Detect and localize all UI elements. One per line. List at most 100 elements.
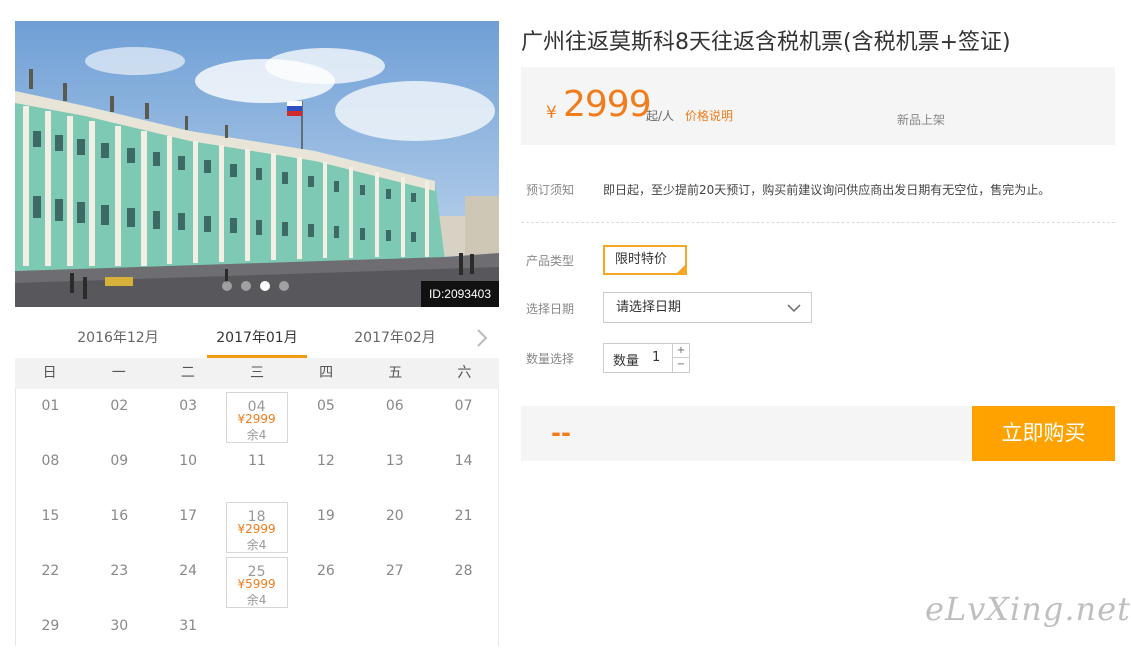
calendar-day-number: 29 (41, 618, 60, 634)
price-explanation-link[interactable]: 价格说明 (685, 107, 733, 124)
calendar-day-number: 17 (179, 508, 198, 524)
calendar-price-box[interactable]: 25 ¥5999 余4 (225, 557, 288, 608)
new-arrival-tag: 新品上架 (897, 113, 946, 127)
slide-dot[interactable] (279, 281, 289, 291)
calendar-week-row: 08 09 10 11 12 13 14 (16, 444, 498, 499)
weekday-label: 四 (319, 365, 334, 381)
tab-month-next[interactable]: 2017年02月 (345, 320, 445, 356)
calendar-day: 31 (154, 609, 223, 664)
calendar-day-price: ¥2999 (237, 412, 276, 426)
total-price: -- (551, 419, 571, 447)
calendar-day-number: 05 (316, 398, 335, 414)
tab-month-current[interactable]: 2017年01月 (207, 320, 307, 358)
product-title: 广州往返莫斯科8天往返含税机票(含税机票+签证) (521, 30, 1011, 55)
calendar-week-row: 15 16 17 18 ¥2999 余4 19 20 21 (16, 499, 498, 554)
calendar-day-number: 07 (454, 398, 473, 414)
booking-notice-label: 预订须知 (526, 183, 575, 197)
quantity-decrease-button[interactable]: − (673, 358, 689, 372)
date-select-placeholder: 请选择日期 (616, 300, 682, 315)
calendar-day: 08 (16, 444, 85, 499)
calendar-day-number: 21 (454, 508, 473, 524)
calendar-day-number: 24 (179, 563, 198, 579)
calendar-day: 16 (85, 499, 154, 554)
palace-photo (15, 21, 499, 307)
calendar-day-number: 22 (41, 563, 60, 579)
calendar-day: 03 (154, 389, 223, 444)
weekday-label: 日 (42, 365, 57, 381)
booking-notice-text: 即日起，至少提前20天预订，购买前建议询问供应商出发日期有无空位，售完为止。 (603, 183, 1051, 197)
product-type-option[interactable]: 限时特价 ✓ (603, 245, 687, 275)
chevron-down-icon (787, 304, 801, 313)
calendar-price-box[interactable]: 04 ¥2999 余4 (225, 392, 288, 443)
quantity-section-label: 数量选择 (526, 352, 575, 366)
calendar-day: 15 (16, 499, 85, 554)
hero-image[interactable]: ID:2093403 (15, 21, 499, 307)
product-type-label: 产品类型 (526, 254, 575, 268)
calendar-day-number: 11 (248, 453, 266, 469)
calendar-day: 02 (85, 389, 154, 444)
calendar-day: 05 (291, 389, 360, 444)
calendar-day-price: ¥2999 (237, 522, 276, 536)
calendar-day-number: 23 (110, 563, 129, 579)
date-select[interactable]: 请选择日期 (603, 292, 812, 323)
currency-symbol: ¥ (546, 103, 557, 123)
calendar-day (429, 609, 498, 664)
calendar-day: 20 (360, 499, 429, 554)
calendar-day-available[interactable]: 25 ¥5999 余4 (223, 554, 292, 609)
calendar-day-available[interactable]: 18 ¥2999 余4 (223, 499, 292, 554)
calendar-day-number: 27 (385, 563, 404, 579)
calendar-day-number: 01 (41, 398, 60, 414)
calendar-day: 29 (16, 609, 85, 664)
calendar-week-row: 01 02 03 04 ¥2999 余4 05 06 07 (16, 389, 498, 444)
calendar-day: 19 (291, 499, 360, 554)
calendar-day: 13 (360, 444, 429, 499)
calendar-day-available[interactable]: 04 ¥2999 余4 (223, 389, 292, 444)
calendar-week-row: 22 23 24 25 ¥5999 余4 26 27 28 (16, 554, 498, 609)
quantity-input[interactable]: 1 (652, 350, 660, 365)
calendar-day: 28 (429, 554, 498, 609)
calendar-day-number: 30 (110, 618, 129, 634)
watermark: eLvXing.net (925, 590, 1131, 628)
buy-now-button[interactable]: 立即购买 (972, 406, 1115, 461)
calendar-day: 11 (223, 444, 292, 499)
calendar-day: 22 (16, 554, 85, 609)
weekday-label: 二 (180, 365, 195, 381)
check-icon: ✓ (677, 264, 684, 273)
calendar-day: 10 (154, 444, 223, 499)
calendar-day-number: 10 (179, 453, 198, 469)
calendar-day: 26 (291, 554, 360, 609)
calendar-price-box[interactable]: 18 ¥2999 余4 (225, 502, 288, 553)
calendar-day-number: 26 (316, 563, 335, 579)
calendar-day-price: ¥5999 (237, 577, 276, 591)
price-value: 2999 (563, 84, 652, 125)
quantity-increase-button[interactable]: + (673, 344, 689, 358)
calendar-day: 21 (429, 499, 498, 554)
product-type-value: 限时特价 (615, 252, 668, 267)
calendar-weekday-header: 日一二三四五六 (15, 358, 499, 389)
calendar-next-icon[interactable] (473, 328, 491, 348)
tab-month-prev[interactable]: 2016年12月 (68, 320, 168, 356)
calendar-day: 09 (85, 444, 154, 499)
calendar-day (223, 609, 292, 664)
price-panel: ¥ 2999 起/人 价格说明 新品上架 (521, 67, 1115, 145)
slide-dot[interactable] (241, 281, 251, 291)
calendar-day-number: 13 (385, 453, 404, 469)
calendar-day-number: 03 (179, 398, 198, 414)
calendar-day: 07 (429, 389, 498, 444)
purchase-bar: -- 立即购买 (521, 406, 1115, 461)
calendar-day-number: 12 (316, 453, 335, 469)
calendar-day-number: 09 (110, 453, 129, 469)
slide-dot-active[interactable] (260, 281, 270, 291)
quantity-stepper: 数量 1 + − (603, 343, 690, 373)
calendar-day-number: 31 (179, 618, 198, 634)
weekday-label: 五 (388, 365, 403, 381)
quantity-label: 数量 (613, 354, 640, 369)
calendar-day-number: 06 (385, 398, 404, 414)
divider (521, 222, 1115, 223)
calendar-day-number: 15 (41, 508, 60, 524)
calendar-day-remaining: 余4 (246, 428, 267, 442)
calendar-day: 14 (429, 444, 498, 499)
slide-dot[interactable] (222, 281, 232, 291)
calendar-day-number: 02 (110, 398, 129, 414)
calendar-day-number: 14 (454, 453, 473, 469)
